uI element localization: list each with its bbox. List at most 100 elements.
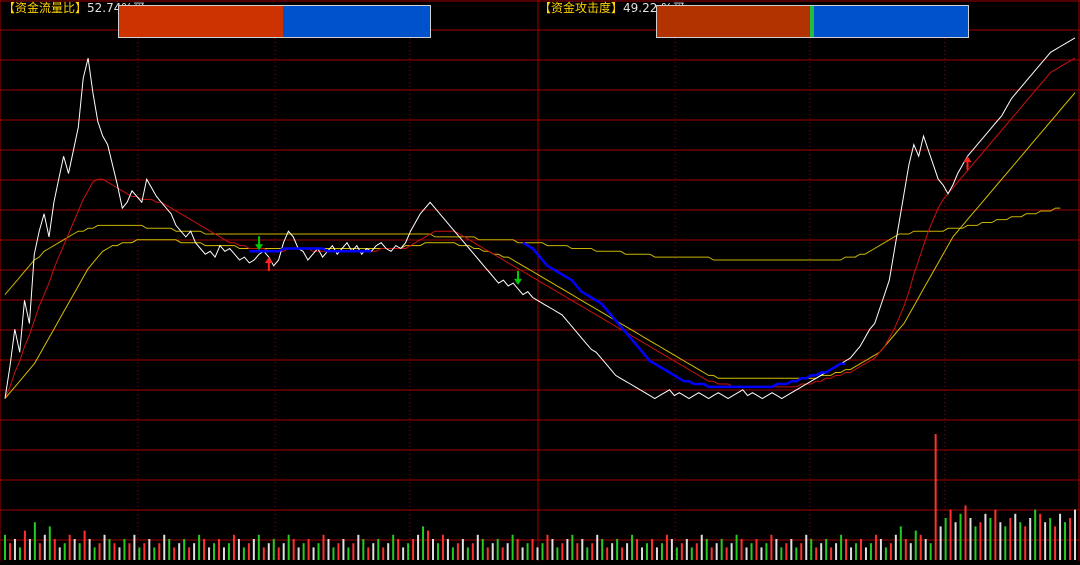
volume-bar-170 [850,547,853,560]
volume-bar-63 [317,543,320,560]
volume-bar-0 [4,534,6,560]
volume-bar-30 [153,547,156,560]
volume-bar-117 [586,547,589,560]
volume-bar-102 [511,534,514,560]
volume-bar-89 [446,539,449,560]
volume-bar-123 [616,539,619,560]
volume-bar-41 [208,547,211,560]
volume-bar-115 [576,543,579,560]
volume-bar-205 [1024,526,1027,560]
volume-bar-109 [546,534,549,560]
volume-bar-15 [78,543,81,560]
signal-up-head-1 [264,257,273,264]
volume-bar-214 [1069,518,1072,560]
volume-bar-51 [257,534,260,560]
volume-bar-95 [476,534,479,560]
signal-down-head-2 [514,278,523,285]
volume-bar-80 [402,547,405,560]
volume-bar-138 [690,547,693,560]
volume-bar-157 [785,543,788,560]
volume-bar-76 [382,547,385,560]
volume-bar-101 [506,543,509,560]
volume-bar-211 [1054,526,1057,560]
volume-bar-85 [427,530,430,560]
volume-bar-147 [735,534,738,560]
volume-bar-125 [626,543,629,560]
volume-bar-93 [466,547,469,560]
volume-bar-191 [954,522,957,560]
volume-bar-112 [561,543,564,560]
volume-bar-91 [456,543,459,560]
volume-bar-131 [655,547,658,560]
volume-bar-97 [486,547,489,560]
volume-bar-9 [48,526,51,560]
attack-buy-segment [657,6,811,37]
volume-bar-100 [501,547,504,560]
volume-bar-198 [989,518,992,560]
volume-bar-69 [347,547,350,560]
volume-bar-192 [959,513,962,560]
price-chart[interactable] [0,0,1080,561]
chart-window[interactable]: 【资金流量比】52.74%买 【资金攻击度】49.22 %买 [0,0,1080,561]
volume-bar-79 [397,539,400,560]
volume-bar-129 [646,543,648,560]
volume-bar-127 [636,539,639,560]
volume-bar-108 [541,543,544,560]
volume-bar-124 [621,547,624,560]
volume-bar-139 [695,543,698,560]
volume-bar-11 [58,547,61,560]
volume-bar-209 [1044,522,1047,560]
volume-bar-210 [1049,518,1052,560]
volume-bar-84 [422,526,425,560]
volume-bar-128 [641,547,644,560]
volume-bar-106 [531,539,534,560]
signal-down-head-0 [255,244,264,251]
volume-bar-118 [591,543,594,560]
volume-bar-64 [322,534,325,560]
volume-bar-213 [1064,522,1067,560]
volume-bar-74 [372,543,375,560]
volume-bar-153 [765,543,768,560]
volume-bar-152 [760,547,763,560]
volume-bar-96 [481,539,484,560]
volume-bar-141 [705,539,708,560]
volume-bar-197 [984,513,987,560]
volume-bar-56 [282,543,285,560]
volume-bar-10 [53,539,56,560]
volume-bar-22 [113,543,116,560]
volume-bar-104 [521,547,524,560]
ma-long-line [4,207,1061,295]
volume-bar-103 [516,539,519,560]
volume-bar-25 [128,543,131,560]
volume-bar-154 [770,534,773,560]
volume-bar-202 [1009,518,1012,560]
volume-bar-82 [412,539,415,560]
volume-bar-21 [108,539,111,560]
volume-bar-16 [83,530,86,560]
volume-bar-142 [710,547,713,560]
volume-bar-73 [367,547,370,560]
volume-bar-105 [526,543,529,560]
volume-bar-196 [979,522,982,560]
volume-bar-28 [143,543,146,560]
volume-bar-49 [247,543,250,560]
volume-bar-188 [939,526,942,560]
volume-bar-54 [272,539,275,560]
volume-bar-199 [994,509,997,560]
volume-bar-166 [830,547,833,560]
volume-bar-8 [43,534,46,560]
volume-bar-35 [178,543,181,560]
volume-bar-174 [869,543,872,560]
volume-bar-194 [969,518,972,560]
volume-bar-90 [451,547,454,560]
volume-bar-36 [183,539,186,560]
volume-bar-66 [332,547,335,560]
volume-bar-179 [894,534,897,560]
volume-bar-3 [18,547,21,560]
volume-bar-161 [805,534,808,560]
volume-bar-53 [267,543,270,560]
volume-bar-206 [1029,518,1032,560]
volume-bar-158 [790,539,793,560]
attack-label: 【资金攻击度】 [539,1,624,15]
volume-bar-81 [407,543,410,560]
